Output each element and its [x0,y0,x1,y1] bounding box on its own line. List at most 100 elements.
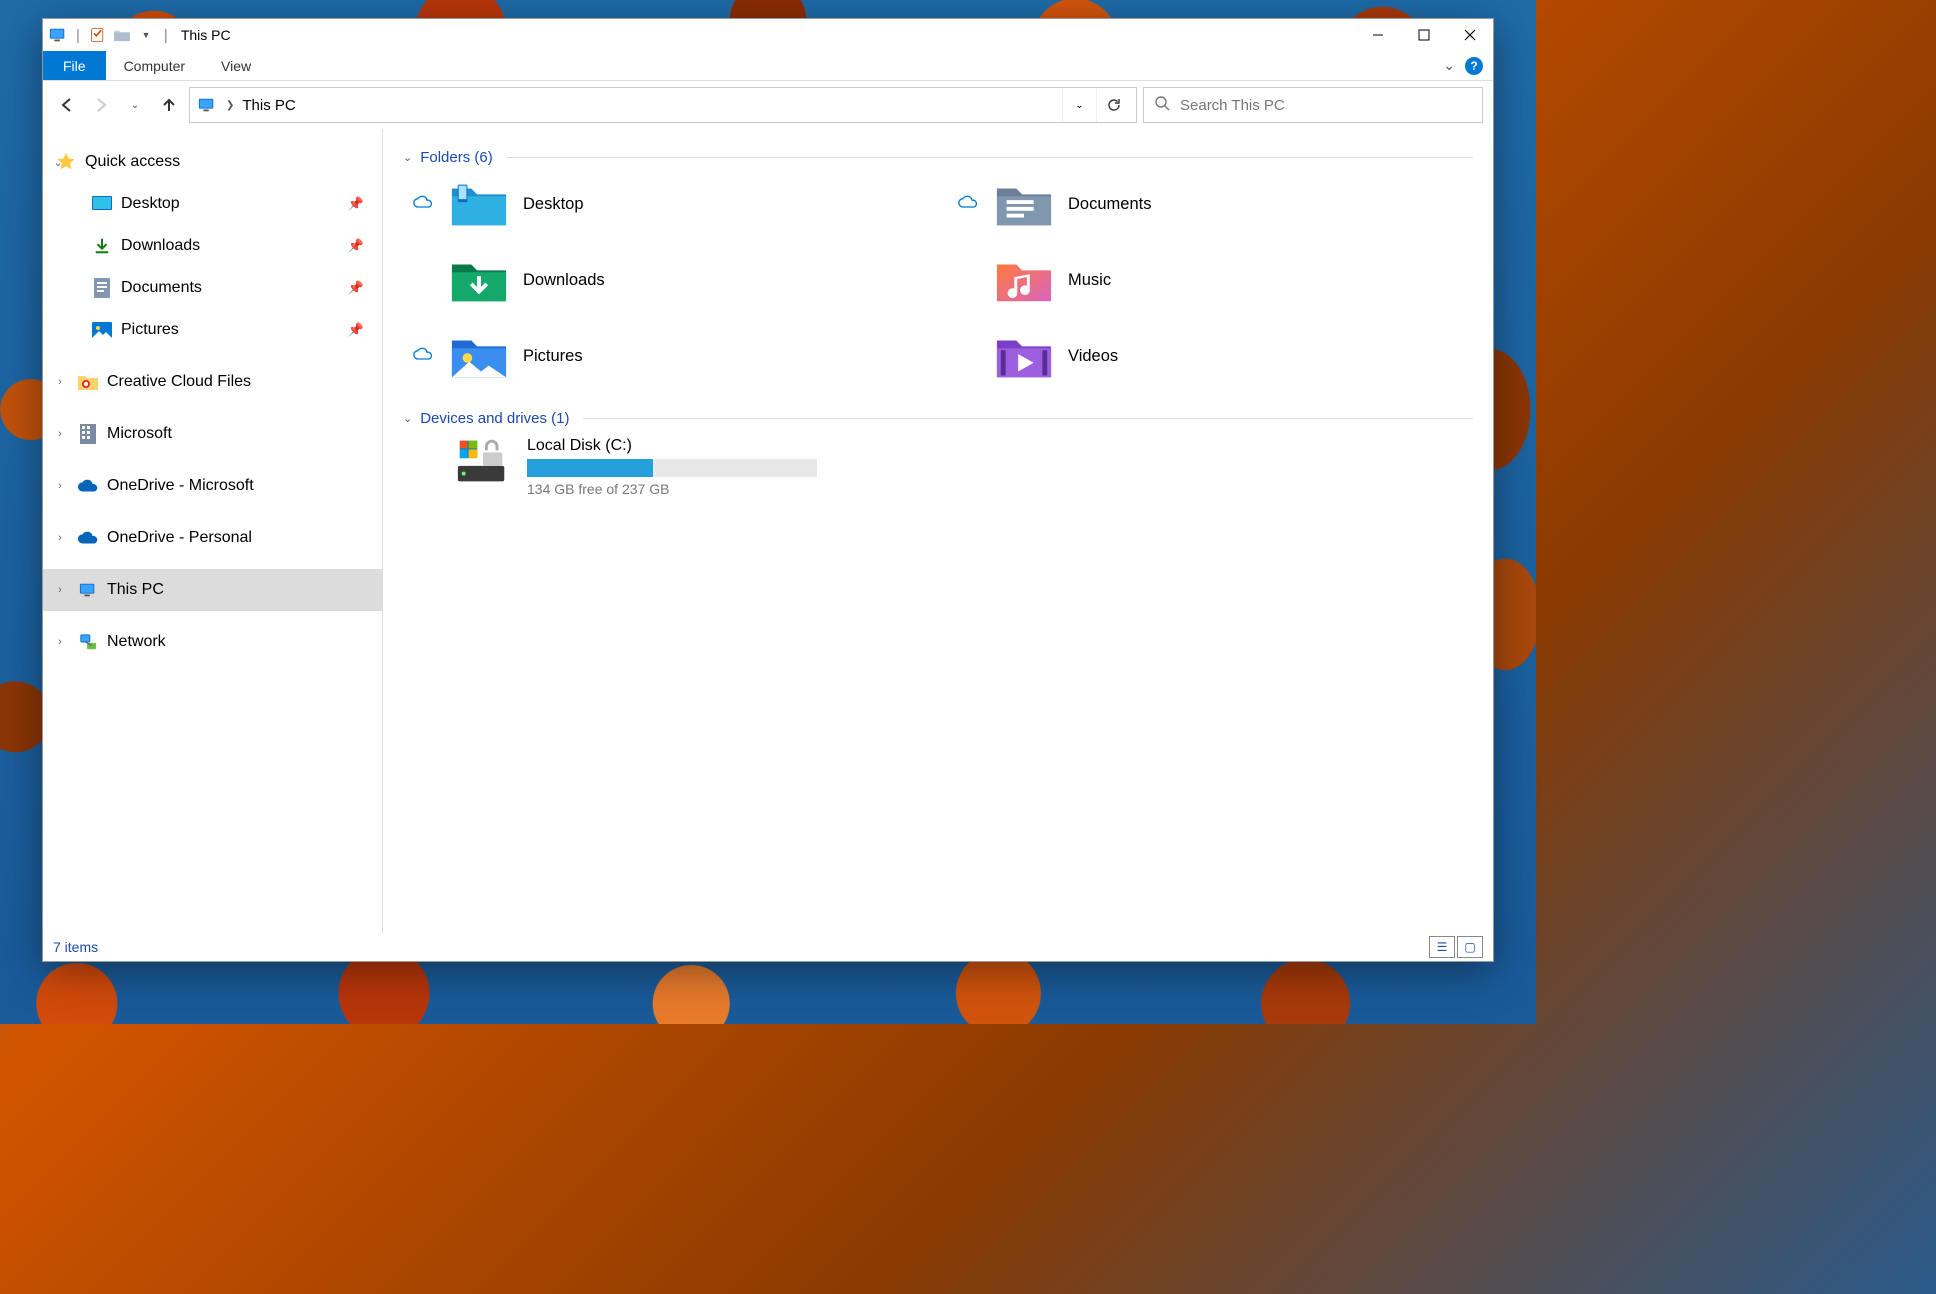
titlebar-app-icon[interactable] [49,26,67,44]
group-title: Folders (6) [420,149,493,166]
nav-up-button[interactable] [155,91,183,119]
desktop-icon [91,194,113,214]
folder-item-music[interactable]: Music [958,252,1473,308]
nav-recent-dropdown[interactable]: ⌄ [121,91,149,119]
folder-label: Desktop [523,195,584,214]
address-bar[interactable]: ❯ This PC ⌄ [189,87,1137,123]
tree-item-onedrive-ms[interactable]: › OneDrive - Microsoft [43,465,382,507]
pin-icon: 📌 [348,238,364,254]
view-details-button[interactable]: ☰ [1429,936,1455,958]
tree-item-documents[interactable]: Documents 📌 [43,267,382,309]
tree-item-onedrive-personal[interactable]: › OneDrive - Personal [43,517,382,559]
cloud-sync-icon [413,347,435,365]
folder-label: Videos [1068,347,1118,366]
chevron-right-icon[interactable]: › [53,376,67,388]
tree-label: Desktop [121,195,180,213]
documents-folder-icon [994,179,1054,229]
navbar: ⌄ ❯ This PC ⌄ [43,81,1493,129]
group-title: Devices and drives (1) [420,410,569,427]
music-folder-icon [994,255,1054,305]
tree-label: OneDrive - Personal [107,529,252,547]
onedrive-icon [77,528,99,548]
ribbon-tabs: File Computer View ⌄ ? [43,51,1493,81]
tree-quick-access[interactable]: ⌄ Quick access [43,141,382,183]
folder-label: Pictures [523,347,583,366]
pin-icon: 📌 [348,196,364,212]
drive-item-local[interactable]: Local Disk (C:) 134 GB free of 237 GB [453,437,1473,497]
tree-label: Documents [121,279,202,297]
tree-label: Downloads [121,237,200,255]
chevron-down-icon[interactable]: ⌄ [403,412,412,425]
close-button[interactable] [1447,19,1493,51]
drive-icon [453,437,513,487]
tree-item-desktop[interactable]: Desktop 📌 [43,183,382,225]
ribbon-tab-file[interactable]: File [43,51,106,80]
onedrive-icon [77,476,99,496]
thispc-icon [77,580,99,600]
drive-label: Local Disk (C:) [527,437,817,455]
folder-item-pictures[interactable]: Pictures [413,328,928,384]
nav-forward-button[interactable] [87,91,115,119]
folder-item-downloads[interactable]: Downloads [413,252,928,308]
chevron-right-icon[interactable]: › [53,428,67,440]
pictures-folder-icon [449,331,509,381]
ribbon-collapse-icon[interactable]: ⌄ [1443,57,1455,74]
maximize-button[interactable] [1401,19,1447,51]
qat-properties-icon[interactable] [89,26,107,44]
chevron-down-icon[interactable]: ⌄ [51,156,65,169]
folder-label: Downloads [523,271,605,290]
tree-item-pictures[interactable]: Pictures 📌 [43,309,382,351]
tree-label: This PC [107,581,164,599]
tree-label: Network [107,633,166,651]
group-header-drives[interactable]: ⌄ Devices and drives (1) [403,410,1473,427]
chevron-right-icon[interactable]: › [53,584,67,596]
minimize-button[interactable] [1355,19,1401,51]
search-input[interactable] [1180,97,1472,114]
group-header-folders[interactable]: ⌄ Folders (6) [403,149,1473,166]
cloud-sync-icon [413,195,435,213]
document-icon [91,278,113,298]
tree-label: Pictures [121,321,179,339]
view-tiles-button[interactable]: ▢ [1457,936,1483,958]
chevron-right-icon[interactable]: › [53,636,67,648]
chevron-right-icon[interactable]: › [53,532,67,544]
explorer-window: | ▼ | This PC File Computer View ⌄ ? ⌄ [42,18,1494,962]
address-dropdown-button[interactable]: ⌄ [1062,88,1096,122]
qat-dropdown-icon[interactable]: ▼ [137,26,155,44]
tree-item-cc[interactable]: › Creative Cloud Files [43,361,382,403]
titlebar: | ▼ | This PC [43,19,1493,51]
tree-label: OneDrive - Microsoft [107,477,254,495]
search-bar[interactable] [1143,87,1483,123]
chevron-down-icon[interactable]: ⌄ [403,151,412,164]
status-item-count: 7 items [53,939,98,955]
qat-folder-icon[interactable] [113,26,131,44]
folder-icon [77,372,99,392]
search-icon [1154,95,1170,115]
drive-free-text: 134 GB free of 237 GB [527,481,817,497]
ribbon-tab-view[interactable]: View [203,51,269,80]
nav-tree: ⌄ Quick access Desktop 📌 Downloads 📌 Doc… [43,129,383,933]
pictures-icon [91,320,113,340]
breadcrumb-thispc[interactable]: This PC [242,97,295,114]
refresh-button[interactable] [1096,88,1130,122]
folder-item-documents[interactable]: Documents [958,176,1473,232]
folder-item-videos[interactable]: Videos [958,328,1473,384]
nav-back-button[interactable] [53,91,81,119]
folder-item-desktop[interactable]: Desktop [413,176,928,232]
chevron-right-icon[interactable]: ❯ [226,100,234,111]
ribbon-tab-computer[interactable]: Computer [106,51,203,80]
tree-item-network[interactable]: › Network [43,621,382,663]
window-title: This PC [181,27,231,43]
help-icon[interactable]: ? [1465,57,1483,75]
drive-usage-bar [527,459,817,477]
desktop-folder-icon [449,179,509,229]
folder-label: Documents [1068,195,1151,214]
cloud-sync-icon [958,195,980,213]
tree-item-thispc[interactable]: › This PC [43,569,382,611]
chevron-right-icon[interactable]: › [53,480,67,492]
tree-item-downloads[interactable]: Downloads 📌 [43,225,382,267]
videos-folder-icon [994,331,1054,381]
tree-item-microsoft[interactable]: › Microsoft [43,413,382,455]
folder-label: Music [1068,271,1111,290]
content-pane: ⌄ Folders (6) Desktop Documents [383,129,1493,933]
